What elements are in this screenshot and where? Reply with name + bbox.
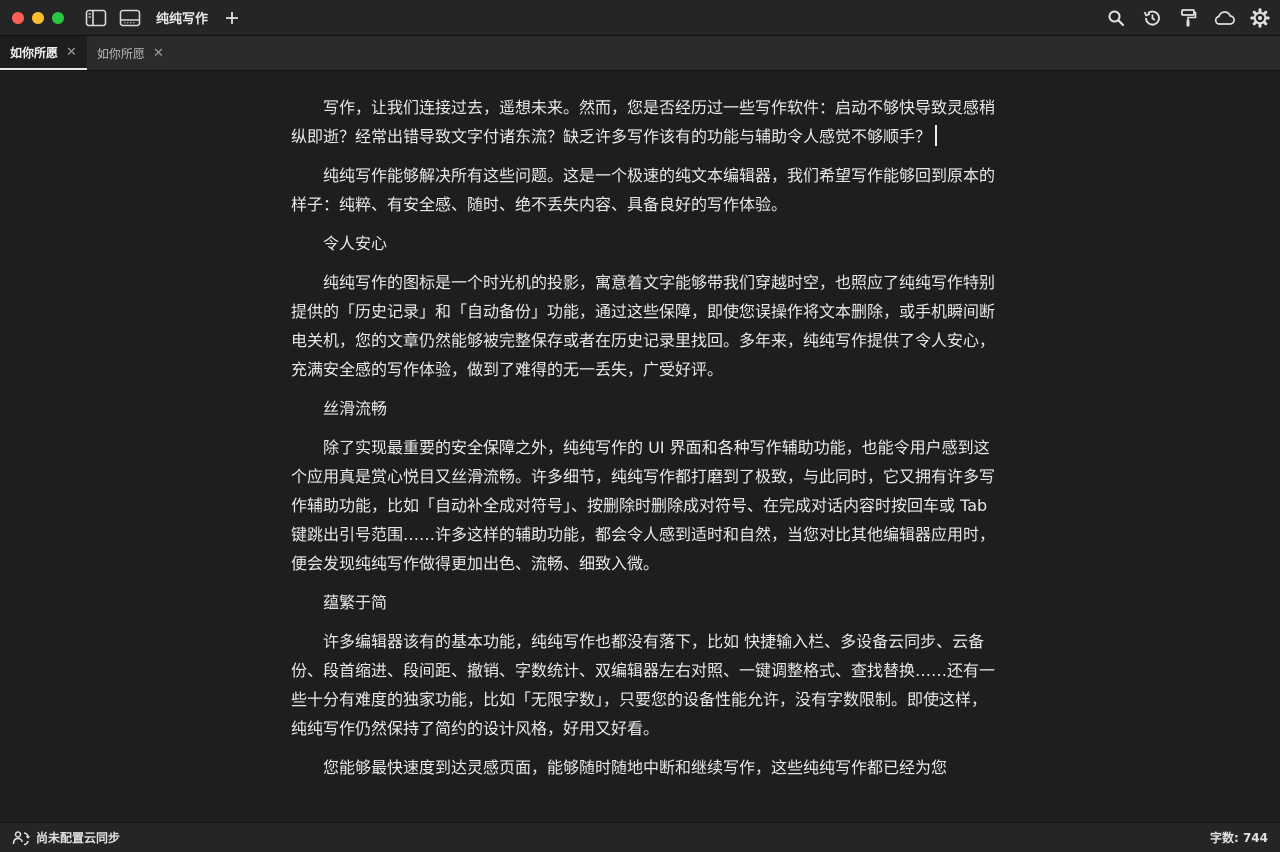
search-icon bbox=[1108, 10, 1125, 27]
layout-icon bbox=[119, 9, 141, 26]
tab-bar: 如你所愿 ✕ 如你所愿 ✕ bbox=[0, 36, 1280, 71]
format-paint-icon bbox=[1181, 9, 1197, 27]
window-minimize-button[interactable] bbox=[32, 11, 44, 24]
sidebar-toggle-button[interactable] bbox=[84, 6, 108, 30]
status-bar: 尚未配置云同步 字数: 744 bbox=[0, 822, 1280, 852]
toolbar-right bbox=[1104, 6, 1272, 30]
paragraph: 纯纯写作的图标是一个时光机的投影，寓意着文字能够带我们穿越时空，也照应了纯纯写作… bbox=[291, 273, 996, 379]
layout-toggle-button[interactable] bbox=[118, 6, 142, 30]
window-close-button[interactable] bbox=[12, 11, 24, 24]
search-button[interactable] bbox=[1104, 6, 1128, 30]
new-document-button[interactable] bbox=[220, 6, 244, 30]
text-cursor bbox=[935, 125, 938, 146]
settings-button[interactable] bbox=[1248, 6, 1272, 30]
paragraph: 除了实现最重要的安全保障之外，纯纯写作的 UI 界面和各种写作辅助功能，也能令用… bbox=[291, 438, 996, 573]
format-button[interactable] bbox=[1176, 6, 1200, 30]
tab-document-1[interactable]: 如你所愿 ✕ bbox=[0, 36, 87, 70]
gear-icon bbox=[1250, 8, 1270, 28]
tab-label: 如你所愿 bbox=[96, 46, 145, 61]
cloud-sync-button[interactable] bbox=[1212, 6, 1236, 30]
cloud-icon bbox=[1214, 11, 1235, 25]
tab-label: 如你所愿 bbox=[10, 45, 59, 60]
app-title: 纯纯写作 bbox=[156, 12, 209, 27]
paragraph: 您能够最快速度到达灵感页面，能够随时随地中断和继续写作，这些纯纯写作都已经为您 bbox=[323, 758, 948, 777]
section-heading: 丝滑流畅 bbox=[323, 399, 388, 418]
title-bar: 纯纯写作 bbox=[0, 0, 1280, 36]
paragraph: 写作，让我们连接过去，遥想未来。然而，您是否经历过一些写作软件：启动不够快导致灵… bbox=[291, 98, 996, 146]
sync-status-label: 尚未配置云同步 bbox=[36, 831, 121, 845]
cloud-sync-status[interactable]: 尚未配置云同步 bbox=[12, 829, 120, 846]
history-icon bbox=[1143, 10, 1160, 26]
word-count: 字数: 744 bbox=[1209, 831, 1268, 845]
history-button[interactable] bbox=[1140, 6, 1164, 30]
text-editor[interactable]: 写作，让我们连接过去，遥想未来。然而，您是否经历过一些写作软件：启动不够快导致灵… bbox=[0, 71, 1280, 822]
window-maximize-button[interactable] bbox=[52, 11, 64, 24]
section-heading: 蕴繁于简 bbox=[323, 593, 388, 612]
plus-icon bbox=[226, 11, 239, 24]
sidebar-toggle-icon bbox=[85, 9, 107, 26]
document-content[interactable]: 写作，让我们连接过去，遥想未来。然而，您是否经历过一些写作软件：启动不够快导致灵… bbox=[291, 93, 1001, 792]
tab-document-2[interactable]: 如你所愿 ✕ bbox=[87, 36, 174, 70]
window-controls bbox=[12, 11, 64, 24]
tab-close-icon[interactable]: ✕ bbox=[153, 47, 164, 60]
tab-close-icon[interactable]: ✕ bbox=[66, 46, 77, 59]
paragraph: 许多编辑器该有的基本功能，纯纯写作也都没有落下，比如 快捷输入栏、多设备云同步、… bbox=[291, 632, 996, 738]
paragraph: 纯纯写作能够解决所有这些问题。这是一个极速的纯文本编辑器，我们希望写作能够回到原… bbox=[291, 166, 996, 214]
section-heading: 令人安心 bbox=[323, 234, 388, 253]
sync-icon bbox=[12, 830, 30, 845]
